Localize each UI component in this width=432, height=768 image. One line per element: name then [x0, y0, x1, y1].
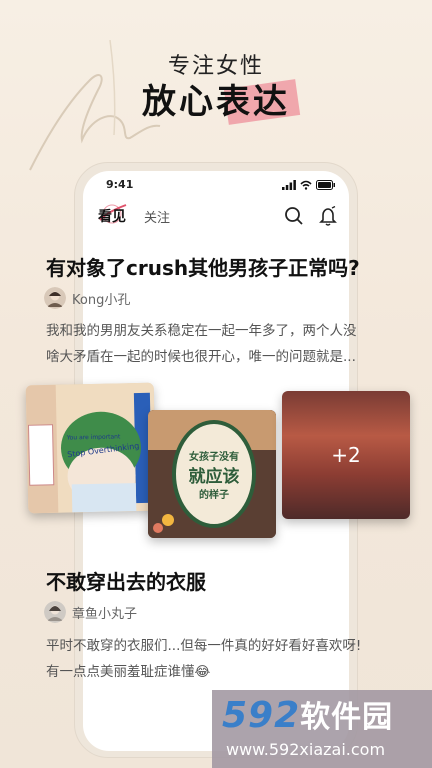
image-text-important: You are important	[66, 433, 121, 442]
battery-icon	[316, 180, 335, 190]
avatar[interactable]	[44, 287, 66, 309]
post-author[interactable]: Kong小孔	[44, 287, 130, 309]
tagline-line2: 放心表达	[142, 82, 290, 122]
post-body[interactable]: 我和我的男朋友关系稳定在一起一年多了，两个人没 啥大矛盾在一起的时候也很开心，唯…	[46, 318, 386, 370]
post-author[interactable]: 章鱼小丸子	[44, 601, 137, 623]
bell-icon[interactable]	[318, 206, 338, 226]
signal-icon	[282, 180, 296, 190]
post-image-3[interactable]: +2	[282, 391, 410, 519]
status-bar: 9:41	[106, 178, 336, 194]
post-image-1[interactable]: You are important Stop Overthinking	[25, 382, 157, 514]
post-image-2[interactable]: 女孩子没有 就应该 的样子	[148, 410, 276, 538]
feed-tabs: 看见 关注	[96, 204, 344, 230]
status-time: 9:41	[106, 178, 134, 191]
author-name: 章鱼小丸子	[72, 606, 138, 622]
image-text-1: 女孩子没有	[189, 452, 239, 463]
post-body-line: 我和我的男朋友关系稳定在一起一年多了，两个人没	[46, 323, 357, 339]
post-body-line: 有一点点美丽羞耻症谁懂😂	[46, 664, 211, 680]
post-body[interactable]: 平时不敢穿的衣服们...但每一件真的好好看好喜欢呀! 有一点点美丽羞耻症谁懂😂	[46, 633, 386, 685]
image-text-3: 的样子	[199, 490, 229, 501]
watermark-logo: 592软件园	[222, 692, 393, 736]
search-icon[interactable]	[284, 206, 304, 226]
more-images-count: +2	[331, 443, 361, 467]
post-title[interactable]: 有对象了crush其他男孩子正常吗?	[46, 252, 360, 281]
tab-guanzhu[interactable]: 关注	[144, 207, 170, 226]
post-body-line: 啥大矛盾在一起的时候也很开心，唯一的问题就是...	[46, 349, 356, 365]
image-text-2: 就应该	[188, 467, 240, 487]
tab-kanjian[interactable]: 看见	[98, 206, 126, 226]
watermark-url: www.592xiazai.com	[226, 740, 386, 759]
wifi-icon	[300, 180, 312, 190]
avatar[interactable]	[44, 601, 66, 623]
watermark-logo-cn: 软件园	[300, 700, 394, 735]
tagline-line2-wrap: 放心表达	[142, 74, 301, 125]
watermark-592: 592软件园 www.592xiazai.com	[212, 690, 432, 768]
watermark-logo-num: 592	[222, 695, 301, 736]
post-title[interactable]: 不敢穿出去的衣服	[46, 566, 206, 595]
post-body-line: 平时不敢穿的衣服们...但每一件真的好好看好喜欢呀!	[46, 638, 362, 654]
author-name: Kong小孔	[72, 292, 131, 308]
